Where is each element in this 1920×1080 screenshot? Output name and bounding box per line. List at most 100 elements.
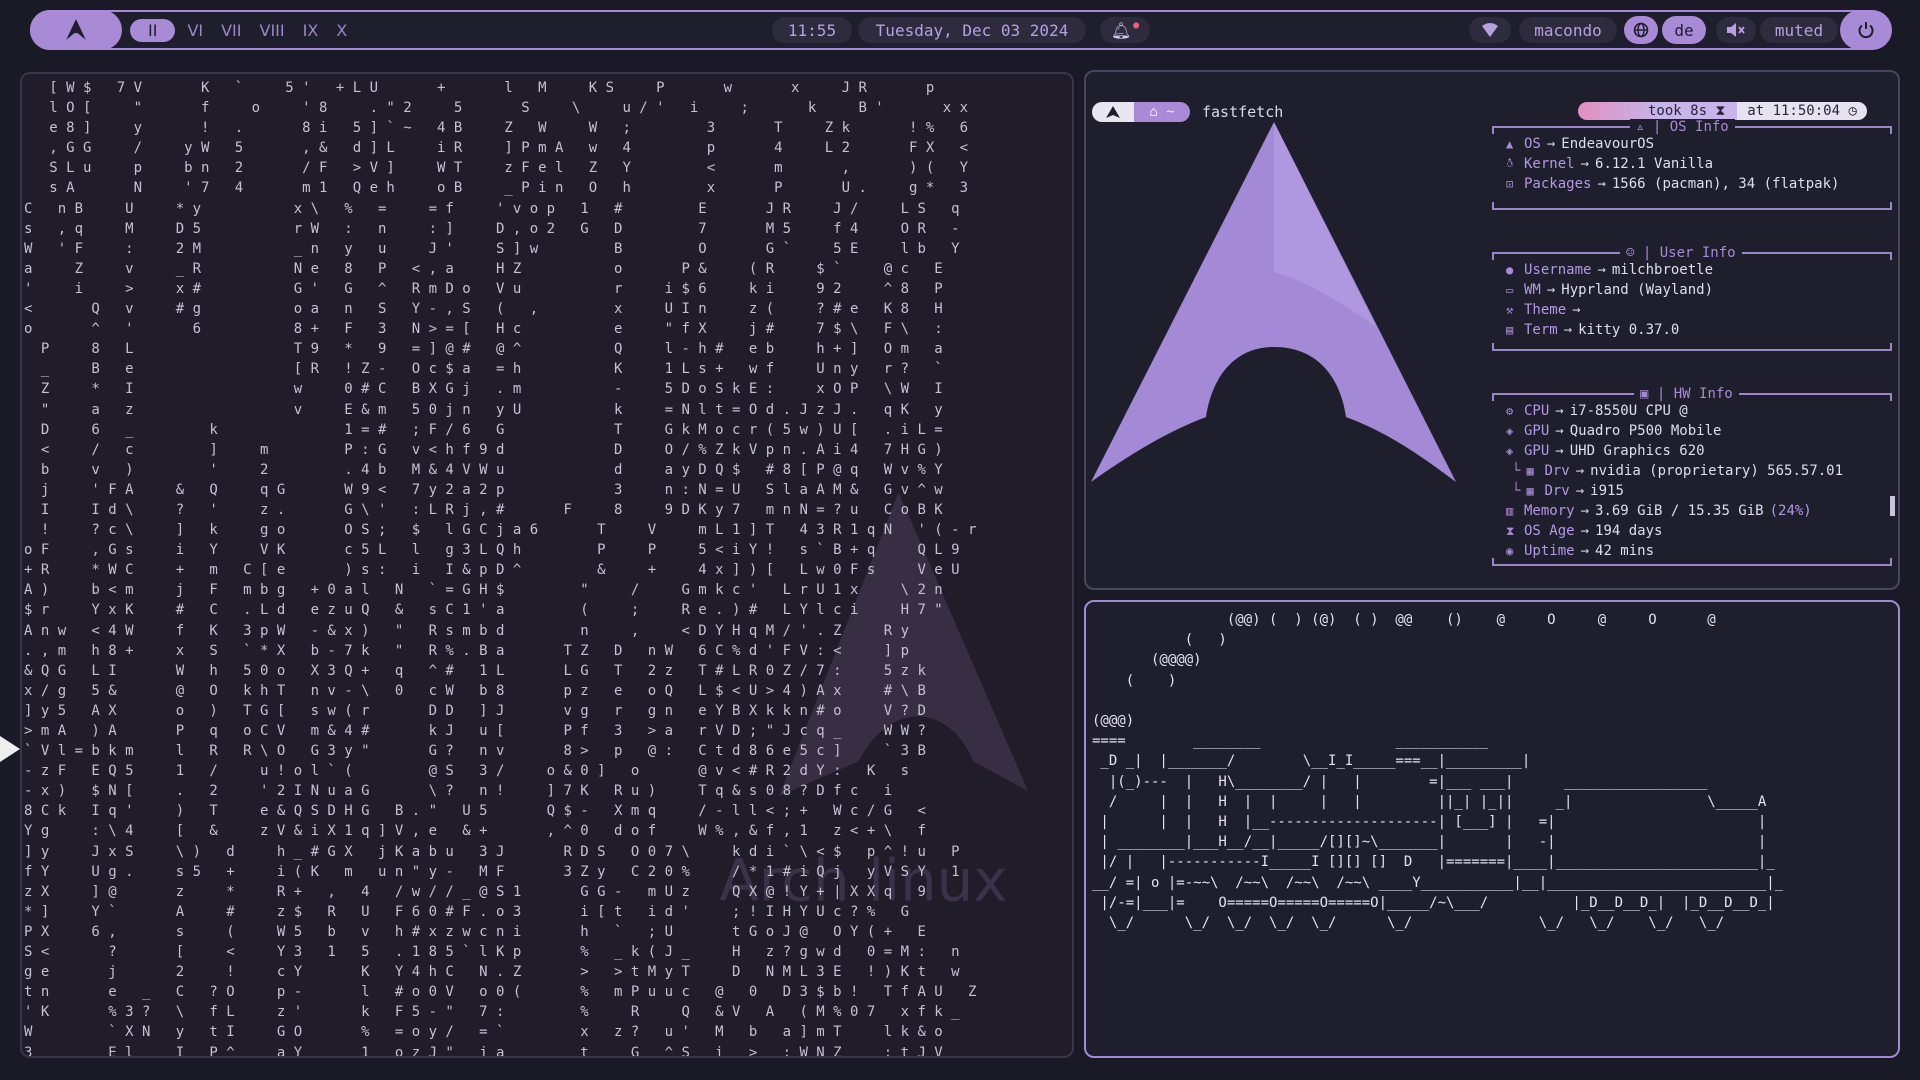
info-key: Theme xyxy=(1524,302,1567,318)
info-key: CPU xyxy=(1524,403,1550,419)
info-key: Username xyxy=(1524,262,1592,278)
workspace-viii[interactable]: VIII xyxy=(254,19,291,42)
matrix-line: s A N ' 7 4 m 1 Q e h o B _ P i n O h x … xyxy=(24,180,969,197)
matrix-line: * ] Y ` A # z $ R U F 6 0 # F . o 3 i [ … xyxy=(24,903,910,920)
fastfetch-terminal-window[interactable]: ⌂ ~ fastfetch took 8s ⧗ at 11:50:04 ◷ ▵ … xyxy=(1084,70,1900,590)
scrollbar-thumb[interactable] xyxy=(1890,496,1895,516)
arrow-icon: → xyxy=(1580,523,1590,539)
workspace-ix[interactable]: IX xyxy=(297,19,325,42)
linux-icon: 🐧︎ xyxy=(1506,156,1514,170)
matrix-line: o ^ ' 6 8 + F 3 N > = [ H c e " f X j # … xyxy=(24,321,943,338)
matrix-line: $ r Y x K # C . L d e z u Q & s C 1 ' a … xyxy=(24,602,943,619)
arch-icon xyxy=(1092,102,1134,122)
matrix-line: ! ? c \ ] k g o O S ; $ l G C j a 6 T V … xyxy=(24,522,977,539)
wifi-icon[interactable] xyxy=(1469,17,1511,43)
matrix-line: ` V l = b k m l R R \ O G 3 y " G ? n v … xyxy=(24,743,926,760)
workspace-vi[interactable]: VI xyxy=(181,19,209,42)
info-value: 3.69 GiB / 15.35 GiB xyxy=(1595,503,1764,519)
matrix-line: , G G / y W 5 , & d ] L i R ] P m A w 4 … xyxy=(24,140,969,157)
info-row-drv: └ ▦ Drv → nvidia (proprietary) 565.57.01 xyxy=(1512,461,1844,481)
command-text: fastfetch xyxy=(1202,103,1284,121)
matrix-line: D 6 _ k 1 = # ; F / 6 G T G k M o c r ( … xyxy=(24,421,943,438)
globe-icon[interactable] xyxy=(1624,16,1658,44)
workspace-x[interactable]: X xyxy=(330,19,353,42)
matrix-line: W ' F : 2 M _ n y u J ' S ] w B O G ` 5 … xyxy=(24,240,960,257)
clock-icon: ◷ xyxy=(1848,103,1857,119)
tree-branch: └ xyxy=(1512,483,1521,499)
info-value: i7-8550U CPU @ xyxy=(1569,403,1688,419)
info-row-os-age: ⧗ OS Age → 194 days xyxy=(1506,521,1662,541)
volume-status[interactable]: muted xyxy=(1760,17,1838,43)
matrix-line: P X 6 , s ( W 5 b v h # x z w c n i h ` … xyxy=(24,923,926,940)
arrow-icon: → xyxy=(1597,176,1606,192)
notifications-button[interactable]: 🔔︎ ● xyxy=(1100,17,1150,43)
info-key: Kernel xyxy=(1524,156,1575,172)
workspace-vii[interactable]: VII xyxy=(215,19,247,42)
matrix-line: 8 C k I q ' ) T e & Q S D H G B . " U 5 … xyxy=(24,803,926,820)
notification-dot-icon: ● xyxy=(1133,19,1140,31)
info-row-packages: ⊡ Packages → 1566 (pacman), 34 (flatpak) xyxy=(1506,174,1839,194)
tree-branch: └ xyxy=(1512,463,1521,479)
matrix-line: - z F E Q 5 1 / u ! o l ` ( @ S 3 / o & … xyxy=(24,763,910,780)
arrow-icon: → xyxy=(1546,136,1556,152)
info-key: Packages xyxy=(1524,176,1592,192)
clock: 11:55 xyxy=(772,17,852,43)
keyboard-layout[interactable]: de xyxy=(1662,16,1706,44)
matrix-line: b v ) ' 2 . 4 b M & 4 V W u d a y D Q $ … xyxy=(24,461,943,478)
matrix-line: S < ? [ < Y 3 1 5 . 1 8 5 ` l K p % _ k … xyxy=(24,944,960,961)
user-icon: ● xyxy=(1506,263,1514,277)
gpu-icon: ◈ xyxy=(1506,424,1514,438)
mouse-cursor-icon xyxy=(0,736,20,762)
sl-terminal-window[interactable]: (@@) ( ) (@) ( ) @@ () @ O @ O @ ( ) (@@… xyxy=(1084,600,1900,1058)
info-row-kernel: 🐧︎ Kernel → 6.12.1 Vanilla xyxy=(1506,154,1713,174)
arrow-icon: → xyxy=(1555,443,1564,459)
matrix-line: ' i > x # G ' G ^ R m D o V u r i $ 6 k … xyxy=(24,280,943,297)
info-row-term: ▤ Term → kitty 0.37.0 xyxy=(1506,320,1679,340)
info-key: Term xyxy=(1524,322,1558,338)
workspace-switcher: II VI VII VIII IX X xyxy=(130,16,353,44)
user-info-title: ☺ | User Info xyxy=(1620,245,1742,261)
cpu-icon: ⚙︎ xyxy=(1506,404,1514,418)
info-key: Drv xyxy=(1544,463,1570,479)
matrix-line: s , q M D 5 r W : n : ] D , o 2 G D 7 M … xyxy=(24,220,960,237)
matrix-line: I I d \ ? ' z . G \ ' : L R j , # F 8 9 … xyxy=(24,501,943,518)
info-row-cpu: ⚙︎ CPU → i7-8550U CPU @ xyxy=(1506,401,1688,421)
arrow-icon: → xyxy=(1575,463,1585,479)
matrix-line: < / c ] m P : G v < h f 9 d D O / % Z k … xyxy=(24,441,943,458)
matrix-line: ] y J x S \ ) d h _ # G X j K a b u 3 J … xyxy=(24,843,960,860)
brush-icon: ⚒︎ xyxy=(1506,303,1514,317)
matrix-line: _ B e [ R ! Z - O c $ a = h K 1 L s + w … xyxy=(24,361,943,378)
matrix-line: f Y U g . s 5 + i ( K m u n " y - M F 3 … xyxy=(24,863,960,880)
arch-logo-icon xyxy=(66,19,86,40)
info-key: GPU xyxy=(1524,443,1550,459)
timestamp-segment: at 11:50:04 ◷ xyxy=(1737,102,1867,120)
matrix-line: A ) b < m j F m b g + 0 a l N ` = G H $ … xyxy=(24,582,943,599)
matrix-line: j ' F A & Q q G W 9 < 7 y 2 a 2 p 3 n : … xyxy=(24,481,943,498)
info-key: Drv xyxy=(1544,483,1570,499)
arch-icon: ▵ xyxy=(1636,119,1645,135)
arrow-icon: → xyxy=(1555,403,1564,419)
matrix-line: l O [ " f o ' 8 . " 2 5 S \ u / ' i ; k … xyxy=(24,100,969,117)
users-icon: ☺ xyxy=(1626,245,1635,261)
power-icon xyxy=(1858,22,1874,39)
arrow-icon: → xyxy=(1580,543,1590,559)
info-row-memory: ▥ Memory → 3.69 GiB / 15.35 GiB (24%) xyxy=(1506,501,1812,521)
workspace-ii[interactable]: II xyxy=(130,18,176,42)
app-launcher-button[interactable] xyxy=(30,10,122,50)
arrow-icon: → xyxy=(1597,262,1606,278)
info-row-gpu: ◈ GPU → UHD Graphics 620 xyxy=(1506,441,1705,461)
info-value: 194 days xyxy=(1595,523,1663,539)
cmatrix-terminal-window[interactable]: Arch linux [ W $ 7 V K ` 5 ' + L U + l M… xyxy=(20,72,1074,1058)
steam-locomotive-ascii-art: (@@) ( ) (@) ( ) @@ () @ O @ O @ ( ) (@@… xyxy=(1092,612,1784,932)
matrix-line: Y g : \ 4 [ & z V & i X 1 q ] V , e & + … xyxy=(24,823,926,840)
arrow-icon: → xyxy=(1572,302,1581,318)
matrix-line: g e j 2 ! c Y K Y 4 h C N . Z > > t M y … xyxy=(24,964,960,981)
os-info-title: ▵ | OS Info xyxy=(1630,119,1735,135)
info-key: Memory xyxy=(1524,503,1575,519)
power-button[interactable] xyxy=(1840,10,1892,50)
info-key: GPU xyxy=(1524,423,1550,439)
info-row-drv: └ ▦ Drv → i915 xyxy=(1512,481,1624,501)
info-value: nvidia (proprietary) 565.57.01 xyxy=(1590,463,1844,479)
speaker-muted-icon[interactable] xyxy=(1716,17,1756,43)
info-value: Quadro P500 Mobile xyxy=(1569,423,1722,439)
